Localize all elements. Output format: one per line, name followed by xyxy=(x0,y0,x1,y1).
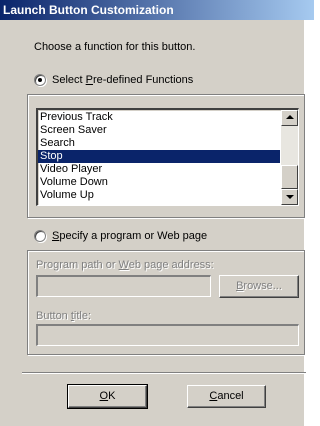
path-input[interactable] xyxy=(36,275,211,297)
predefined-radio-label[interactable]: Select Pre-defined Functions xyxy=(52,74,193,86)
list-item[interactable]: Video Player xyxy=(38,163,280,176)
function-listbox[interactable]: Previous Track Screen Saver Search Stop Vide… xyxy=(36,108,299,206)
prompt-text: Choose a function for this button. xyxy=(34,41,196,53)
window-title[interactable]: Launch Button Customization xyxy=(0,0,314,20)
scroll-up-button[interactable] xyxy=(281,110,298,126)
footer-divider xyxy=(22,372,306,374)
button-title-input[interactable] xyxy=(36,324,299,346)
predefined-radio[interactable] xyxy=(34,74,46,86)
list-item[interactable]: Volume Down xyxy=(38,176,280,189)
list-item[interactable]: Volume Up xyxy=(38,189,280,202)
arrow-up-icon xyxy=(286,115,294,119)
list-item[interactable]: Search xyxy=(38,137,280,150)
specify-radio-label[interactable]: Specify a program or Web page xyxy=(52,230,207,242)
list-item[interactable]: Screen Saver xyxy=(38,124,280,137)
ok-button[interactable]: OK xyxy=(67,384,148,409)
window-edge xyxy=(304,20,314,426)
list-scrollbar[interactable] xyxy=(281,110,298,205)
button-title-label: Button title: xyxy=(36,310,92,322)
browse-button[interactable]: Browse... xyxy=(219,275,299,298)
launch-button-dialog: Launch Button Customization Choose a fun… xyxy=(0,0,314,426)
specify-radio[interactable] xyxy=(34,230,46,242)
scroll-thumb[interactable] xyxy=(281,165,298,189)
function-list: Previous Track Screen Saver Search Stop Vide… xyxy=(38,111,280,202)
scroll-down-button[interactable] xyxy=(281,189,298,205)
cancel-button[interactable]: Cancel xyxy=(187,385,266,408)
list-item[interactable]: Stop xyxy=(38,150,280,163)
arrow-down-icon xyxy=(286,195,294,199)
radio-selected-dot xyxy=(38,78,42,82)
list-item[interactable]: Previous Track xyxy=(38,111,280,124)
path-label: Program path or Web page address: xyxy=(36,259,214,271)
